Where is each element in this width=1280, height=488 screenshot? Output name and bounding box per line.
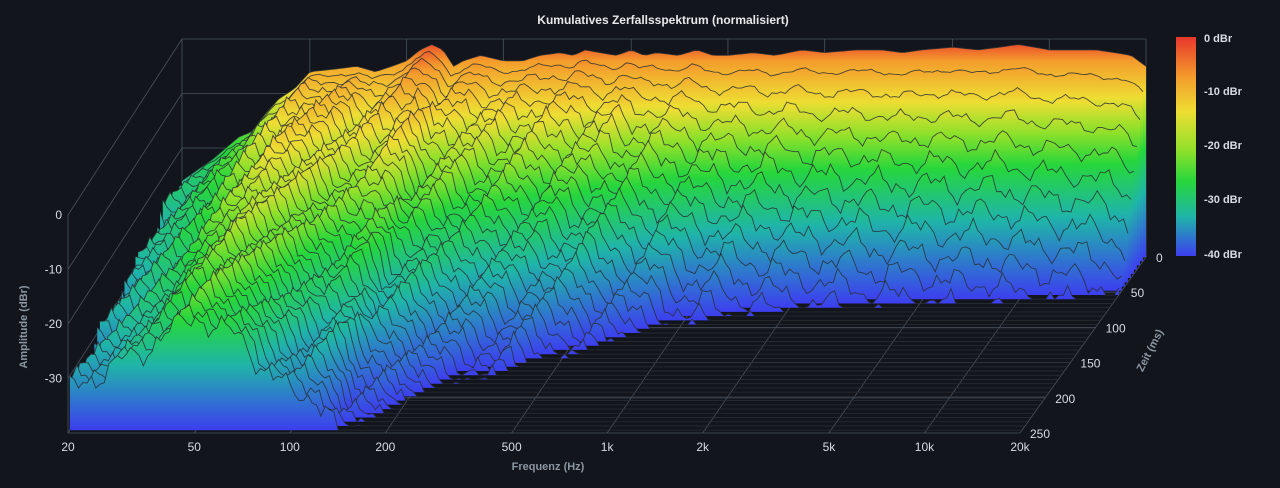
waterfall-chart-svg: Kumulatives Zerfallsspektrum (normalisie… — [18, 13, 1243, 473]
z-axis-title: Zeit (ms) — [1135, 327, 1167, 374]
colorbar-labels: 0 dBr -10 dBr -20 dBr -30 dBr -40 dBr — [1204, 33, 1243, 261]
y-axis-title: Amplitude (dBr) — [18, 285, 30, 368]
x-tick-label: 2k — [696, 440, 710, 454]
y-tick-label: -10 — [45, 263, 63, 277]
x-tick-label: 20k — [1010, 440, 1030, 454]
colorbar-label-10: -10 dBr — [1204, 86, 1243, 98]
z-tick-label: 100 — [1106, 321, 1126, 335]
waterfall-chart: Kumulatives Zerfallsspektrum (normalisie… — [0, 0, 1280, 483]
x-tick-label: 10k — [915, 440, 935, 454]
z-tick-label: 250 — [1030, 427, 1050, 441]
x-tick-label: 50 — [188, 440, 202, 454]
z-tick-label: 200 — [1055, 392, 1075, 406]
colorbar — [1176, 37, 1196, 256]
y-tick-label: 0 — [55, 208, 62, 222]
x-axis-title: Frequenz (Hz) — [512, 461, 585, 473]
x-tick-label: 20 — [61, 440, 75, 454]
x-tick-label: 1k — [601, 440, 615, 454]
x-tick-label: 100 — [280, 440, 300, 454]
x-tick-label: 5k — [823, 440, 837, 454]
colorbar-label-40: -40 dBr — [1204, 249, 1243, 261]
colorbar-label-30: -30 dBr — [1204, 194, 1243, 206]
z-tick-label: 0 — [1156, 251, 1163, 265]
z-tick-label: 50 — [1131, 286, 1145, 300]
decay-slices — [69, 44, 1147, 431]
chart-title: Kumulatives Zerfallsspektrum (normalisie… — [537, 13, 788, 27]
z-tick-label: 150 — [1080, 357, 1100, 371]
y-tick-label: -20 — [45, 317, 63, 331]
x-tick-label: 500 — [502, 440, 522, 454]
y-tick-label: -30 — [45, 372, 63, 386]
x-tick-label: 200 — [375, 440, 395, 454]
colorbar-label-0: 0 dBr — [1204, 33, 1233, 45]
colorbar-label-20: -20 dBr — [1204, 140, 1243, 152]
grid-line-side-y — [67, 38, 183, 216]
